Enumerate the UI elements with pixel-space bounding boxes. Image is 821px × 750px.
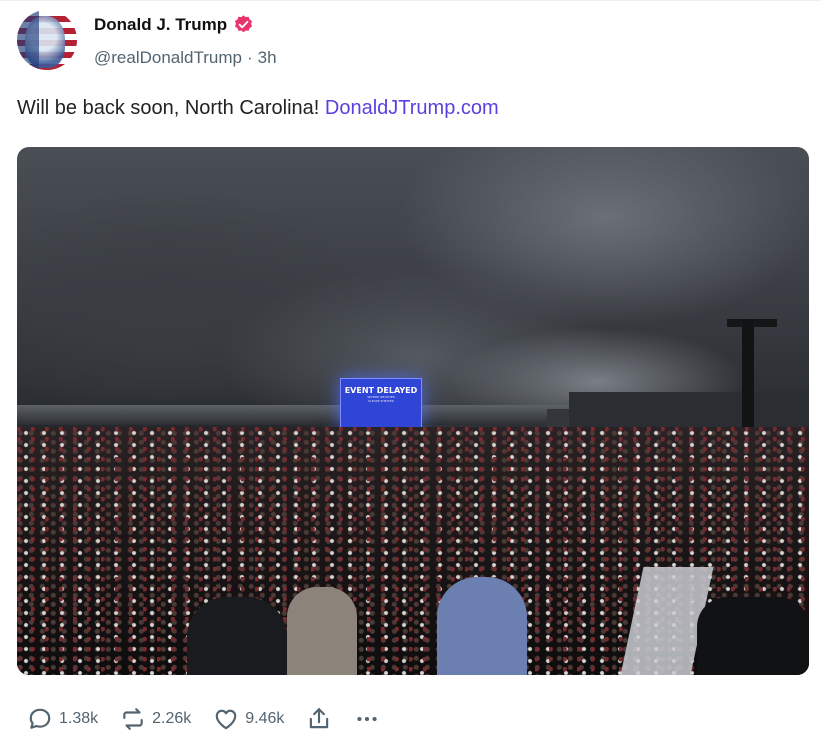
event-screen-fine-print-2: PLEASE SHELTER	[368, 399, 394, 403]
foreground-person	[697, 597, 809, 675]
heart-icon	[215, 709, 237, 730]
verified-badge-icon	[235, 15, 253, 33]
repost-icon	[123, 708, 143, 730]
avatar[interactable]	[17, 10, 77, 70]
foreground-person	[287, 587, 357, 675]
post-actions: 1.38k 2.26k 9.46k	[27, 706, 402, 732]
handle-separator: ·	[246, 48, 253, 67]
post-text: Will be back soon, North Carolina! Donal…	[17, 97, 499, 120]
like-count: 9.46k	[245, 710, 285, 727]
reply-button[interactable]: 1.38k	[27, 706, 98, 732]
author-handle-row: @realDonaldTrump · 3h	[94, 48, 277, 68]
event-screen: EVENT DELAYED SEVERE WEATHER PLEASE SHEL…	[340, 378, 422, 428]
top-divider	[0, 0, 821, 1]
reply-icon	[29, 708, 51, 729]
foreground-person	[437, 577, 527, 675]
share-icon	[310, 708, 329, 729]
author-name-row: Donald J. Trump	[94, 14, 254, 35]
post-image[interactable]: EVENT DELAYED SEVERE WEATHER PLEASE SHEL…	[17, 147, 809, 675]
more-icon	[357, 716, 378, 722]
post-time[interactable]: 3h	[258, 48, 277, 68]
foreground-person	[187, 597, 287, 675]
avatar-flag-overlay	[17, 10, 39, 70]
post-link[interactable]: DonaldJTrump.com	[325, 97, 499, 119]
author-name[interactable]: Donald J. Trump	[94, 15, 227, 35]
reply-count: 1.38k	[59, 710, 99, 727]
author-handle[interactable]: @realDonaldTrump	[94, 48, 242, 68]
more-options-button[interactable]	[354, 706, 380, 732]
post-body: Will be back soon, North Carolina!	[17, 97, 320, 119]
share-button[interactable]	[306, 706, 332, 732]
repost-count: 2.26k	[152, 710, 192, 727]
repost-button[interactable]: 2.26k	[120, 706, 191, 732]
like-button[interactable]: 9.46k	[213, 706, 284, 732]
event-screen-title: EVENT DELAYED	[344, 386, 418, 395]
